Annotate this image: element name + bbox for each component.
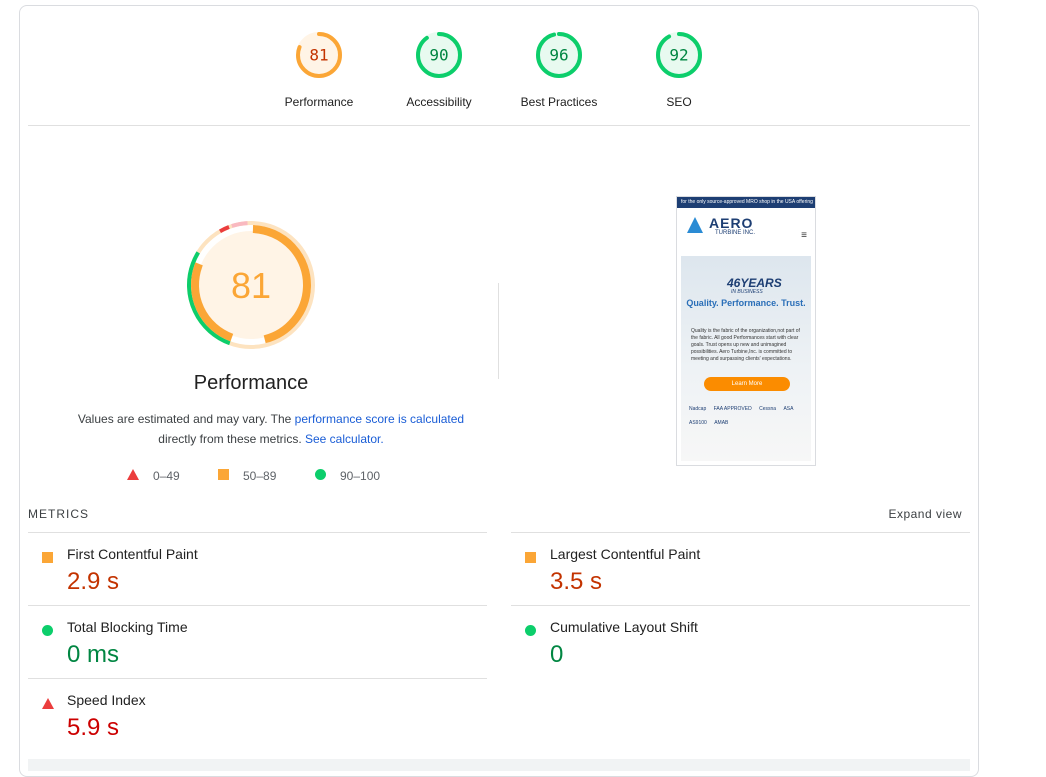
gauge-score: 96: [549, 46, 568, 65]
seo-ring-icon: 92: [656, 32, 702, 78]
metric-value: 5.9 s: [67, 714, 120, 741]
metric-lcp: Largest Contentful Paint 3.5 s: [511, 532, 970, 605]
cert-logo: FAA APPROVED: [713, 406, 752, 412]
cert-logo: AS9100: [689, 420, 707, 426]
cert-logo: AMAB: [714, 420, 729, 426]
score-legend: 0–49 50–89 90–100: [125, 467, 425, 487]
aero-logo-icon: [687, 217, 703, 233]
gauge-score: 81: [309, 46, 328, 65]
legend-fail: 0–49: [153, 469, 180, 483]
gauge-performance[interactable]: 81 Performance: [264, 30, 374, 109]
legend-pass: 90–100: [340, 469, 381, 483]
site-logo: AERO: [709, 215, 754, 231]
accessibility-ring-icon: 90: [416, 32, 462, 78]
metric-name: First Contentful Paint: [67, 546, 198, 562]
gauge-score: 90: [429, 46, 448, 65]
header-divider: [28, 125, 970, 126]
pass-circle-icon: [42, 625, 53, 636]
site-hero: 46YEARS IN BUSINESS Quality. Performance…: [681, 256, 811, 461]
desc-middle: directly from these metrics.: [158, 432, 305, 446]
cert-logo: ASA: [783, 406, 794, 412]
site-logo-sub: TURBINE INC.: [715, 230, 756, 236]
cert-logo: Cessna: [759, 406, 777, 412]
metric-value: 3.5 s: [550, 568, 603, 595]
metric-fcp: First Contentful Paint 2.9 s: [28, 532, 487, 605]
fail-triangle-icon: [42, 698, 54, 709]
performance-score-gauge: 81: [187, 221, 315, 349]
bottom-strip: [28, 759, 970, 771]
lighthouse-report-card: 81 Performance 90 Accessibility 96 Best …: [19, 5, 979, 777]
gauge-label: Accessibility: [406, 95, 472, 109]
fail-triangle-icon: [127, 469, 139, 480]
gauge-seo[interactable]: 92 SEO: [624, 30, 734, 109]
site-tagline: Quality. Performance. Trust.: [686, 298, 806, 308]
average-square-icon: [218, 469, 229, 480]
see-calculator-link[interactable]: See calculator.: [305, 432, 384, 446]
expand-view-toggle[interactable]: Expand view: [888, 507, 962, 521]
gauge-best-practices[interactable]: 96 Best Practices: [504, 30, 614, 109]
vertical-separator: [498, 283, 499, 379]
years-badge: 46YEARS: [727, 276, 782, 290]
metric-name: Total Blocking Time: [67, 619, 188, 635]
site-paragraph: Quality is the fabric of the organizatio…: [691, 328, 800, 362]
metric-cls: Cumulative Layout Shift 0: [511, 605, 970, 678]
big-gauge-score: 81: [231, 265, 271, 306]
metric-name: Speed Index: [67, 692, 146, 708]
gauge-label: Best Practices: [520, 95, 598, 109]
metric-speed-index: Speed Index 5.9 s: [28, 678, 487, 751]
performance-description: Values are estimated and may vary. The p…: [40, 409, 502, 449]
pass-circle-icon: [525, 625, 536, 636]
site-topbar: for the only source-approved MRO shop in…: [677, 197, 815, 208]
gauge-score: 92: [669, 46, 688, 65]
site-header: AERO TURBINE INC. ≡: [677, 208, 815, 256]
average-square-icon: [42, 552, 53, 563]
performance-ring-icon: 81: [296, 32, 342, 78]
legend-average: 50–89: [243, 469, 277, 483]
desc-prefix: Values are estimated and may vary. The: [77, 412, 295, 426]
gauge-accessibility[interactable]: 90 Accessibility: [384, 30, 494, 109]
metric-value: 0: [550, 641, 564, 668]
gauge-label: Performance: [284, 95, 354, 109]
metric-value: 0 ms: [67, 641, 120, 668]
score-calculated-link[interactable]: performance score is calculated: [295, 412, 464, 426]
category-gauges: 81 Performance 90 Accessibility 96 Best …: [20, 6, 978, 126]
metric-name: Largest Contentful Paint: [550, 546, 701, 562]
gauge-label: SEO: [666, 95, 692, 109]
menu-icon: ≡: [801, 230, 807, 241]
years-sub: IN BUSINESS: [731, 289, 763, 295]
metric-tbt: Total Blocking Time 0 ms: [28, 605, 487, 678]
average-square-icon: [525, 552, 536, 563]
best-practices-ring-icon: 96: [536, 32, 582, 78]
metrics-heading: METRICS: [28, 507, 89, 521]
certification-logos: Nadcap FAA APPROVED Cessna ASA AS9100 AM…: [689, 406, 807, 434]
metric-value: 2.9 s: [67, 568, 120, 595]
metric-name: Cumulative Layout Shift: [550, 619, 698, 635]
cert-logo: Nadcap: [689, 406, 707, 412]
pass-circle-icon: [315, 469, 326, 480]
performance-title: Performance: [193, 372, 309, 394]
final-screenshot-thumbnail[interactable]: for the only source-approved MRO shop in…: [676, 196, 816, 466]
learn-more-button: Learn More: [704, 377, 790, 391]
